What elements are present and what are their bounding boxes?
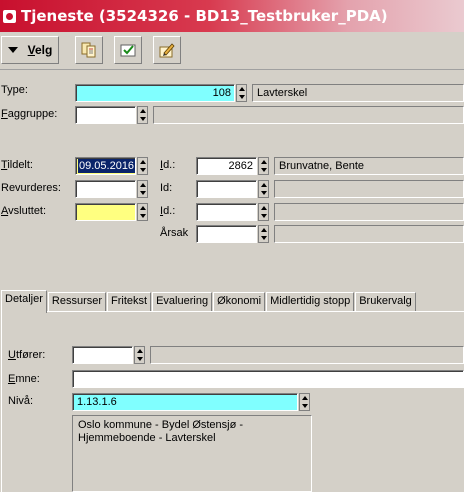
tildelt-id-spinner[interactable] [258,157,269,175]
type-label: Type: [1,84,28,96]
revurderes-name-field [274,180,464,198]
velg-label: Velg [28,43,53,57]
niva-description-text: Oslo kommune - Bydel Østensjø - Hjemmebo… [72,415,312,492]
faggruppe-accel: F [1,108,8,120]
avsluttet-label: Avsluttet: [1,205,46,217]
type-description-field: Lavterskel [252,84,464,102]
tildelt-date-spinner[interactable] [137,157,148,175]
revurderes-date-field[interactable] [75,180,136,198]
avsluttet-date-spinner[interactable] [137,203,148,221]
tab-midlertidig-stopp[interactable]: Midlertidig stopp [266,292,355,312]
tab-strip: Detaljer Ressurser Fritekst Evaluering Ø… [1,290,417,313]
tildelt-id-label-rest: d.: [163,159,176,171]
edit-pencil-icon [159,43,175,58]
checkmark-icon [120,44,136,57]
emne-label-rest: mne: [15,373,40,385]
utforer-description-field [150,346,464,364]
emne-input[interactable] [72,370,464,388]
avsluttet-id-label-rest: d.: [163,205,176,217]
avsluttet-id-spinner[interactable] [258,203,269,221]
niva-field[interactable]: 1.13.1.6 [72,393,298,411]
utforer-field[interactable] [72,346,133,364]
revurderes-label: Revurderes: [1,182,61,194]
window-title: Tjeneste (3524326 - BD13_Testbruker_PDA) [21,7,388,25]
toolbar: Velg [0,32,464,70]
tab-ressurser[interactable]: Ressurser [47,292,107,312]
avsluttet-id-label: Id.: [160,205,175,217]
app-icon [3,9,16,23]
revurderes-id-spinner[interactable] [258,180,269,198]
tildelt-id-label: Id.: [160,159,175,171]
tildelt-date-value: 09.05.2016 [78,159,136,173]
tildelt-label-rest: ildelt: [7,159,33,171]
revurderes-id-field[interactable] [196,180,257,198]
avsluttet-name-field [274,203,464,221]
type-code-value: 108 [212,87,231,99]
approve-checklist-button[interactable] [114,36,142,64]
utforer-label: Utfører: [8,349,45,361]
type-code-field[interactable]: 108 [75,84,235,102]
faggruppe-label-rest: aggruppe: [7,108,58,120]
tab-fritekst[interactable]: Fritekst [107,292,152,312]
velg-rest: elg [35,43,53,57]
utforer-spinner[interactable] [134,346,145,364]
revurderes-date-spinner[interactable] [137,180,148,198]
faggruppe-field[interactable] [75,106,136,124]
tildelt-name-field: Brunvatne, Bente [274,157,464,175]
tildelt-date-field[interactable]: 09.05.2016 [75,157,136,175]
type-description-value: Lavterskel [257,87,308,99]
arsak-description-field [274,225,464,243]
tildelt-id-field[interactable]: 2862 [196,157,257,175]
tildelt-label: Tildelt: [1,159,33,171]
edit-document-button[interactable] [153,36,181,64]
tildelt-id-value: 2862 [228,160,253,172]
faggruppe-label: Faggruppe: [1,108,57,120]
utforer-label-rest: tfører: [15,349,46,361]
copy-documents-icon [81,42,96,58]
velg-menu-button[interactable]: Velg [1,36,59,64]
avsluttet-id-field[interactable] [196,203,257,221]
type-spinner[interactable] [236,84,247,102]
tab-evaluering[interactable]: Evaluering [152,292,213,312]
niva-value: 1.13.1.6 [77,396,117,408]
faggruppe-description-field [153,106,464,124]
revurderes-id-label: Id: [160,182,173,194]
emne-label: Emne: [8,373,40,385]
title-bar: Tjeneste (3524326 - BD13_Testbruker_PDA) [0,0,464,32]
avsluttet-date-field[interactable] [75,203,136,221]
niva-label: Nivå: [8,395,34,407]
utforer-accel: U [8,349,16,361]
copy-documents-button[interactable] [75,36,103,64]
velg-accel: V [27,43,35,57]
arsak-spinner[interactable] [258,225,269,243]
tab-detaljer[interactable]: Detaljer [1,290,47,313]
tildelt-name-value: Brunvatne, Bente [279,160,365,172]
niva-spinner[interactable] [299,393,310,411]
arsak-field[interactable] [196,225,257,243]
avsluttet-label-rest: vsluttet: [8,205,47,217]
faggruppe-spinner[interactable] [137,106,148,124]
tab-brukervalg[interactable]: Brukervalg [355,292,416,312]
dropdown-triangle-icon [7,47,18,53]
arsak-label: Årsak [160,227,189,239]
tab-okonomi[interactable]: Økonomi [213,292,266,312]
